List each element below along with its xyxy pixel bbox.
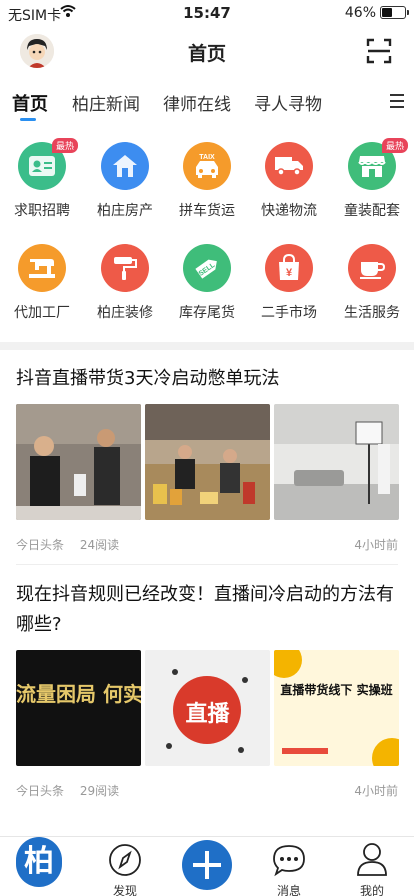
coffee-cup-icon [348, 244, 396, 292]
article-reads: 29阅读 [79, 784, 120, 798]
category-kids-clothing[interactable]: 最热 童装配套 [332, 138, 412, 220]
hot-badge: 最热 [51, 138, 78, 153]
category-label: 童装配套 [344, 203, 400, 219]
article-reads: 24阅读 [79, 538, 120, 552]
category-second-hand[interactable]: ¥ 二手市场 [249, 244, 329, 322]
tab-label: 消息 [276, 884, 301, 896]
category-oem-factory[interactable]: 代加工厂 [2, 244, 82, 322]
article-title: 现在抖音规则已经改变！直播间冷启动的方法有哪些? [16, 584, 394, 635]
category-grid: 最热 求职招聘 柏庄房产 TAIX 拼车货运 快递物流 最热 童装配套 代加工厂 [0, 134, 414, 334]
category-logistics[interactable]: 快递物流 [249, 142, 329, 220]
status-bar: 无SIM卡 15:47 46% [0, 0, 414, 26]
category-label: 库存尾货 [179, 305, 235, 321]
article-separator [16, 564, 398, 565]
category-label: 柏庄装修 [97, 305, 153, 321]
tab-home[interactable]: 首页 [12, 90, 48, 116]
tab-lost-and-found[interactable]: 寻人寻物 [254, 90, 322, 115]
yen-symbol: ¥ [286, 267, 293, 279]
compass-icon [109, 844, 141, 876]
menu-icon[interactable] [390, 94, 404, 108]
article-thumbnail [145, 404, 270, 520]
category-jobs[interactable]: 最热 求职招聘 [2, 138, 82, 220]
tab-active-indicator [20, 118, 36, 121]
article-thumbnail [16, 404, 141, 520]
shop-icon: 最热 [348, 138, 408, 190]
category-label: 求职招聘 [14, 203, 70, 219]
category-life-services[interactable]: 生活服务 [332, 244, 412, 322]
chat-icon [273, 845, 305, 877]
user-icon [357, 843, 387, 876]
article-source: 今日头条 [16, 784, 65, 798]
hot-badge: 最热 [381, 138, 408, 153]
sewing-machine-icon [18, 244, 66, 292]
brand-logo-icon: 柏 [16, 837, 62, 887]
article-card[interactable]: 现在抖音规则已经改变！直播间冷启动的方法有哪些? 流量困局 何实现增长破局 直播 [16, 580, 399, 798]
article-thumbnail: 流量困局 何实现增长破局 [16, 650, 141, 766]
article-meta: 今日头条 29阅读 4小时前 [16, 782, 398, 798]
category-decoration[interactable]: 柏庄装修 [85, 244, 165, 322]
article-thumbnail: 直播 [145, 650, 270, 766]
section-divider [0, 342, 414, 350]
category-real-estate[interactable]: 柏庄房产 [85, 142, 165, 220]
category-label: 快递物流 [261, 203, 317, 219]
tab-lawyer-online[interactable]: 律师在线 [163, 90, 231, 115]
bottom-tab-bar: 柏 发现 消息 我的 [0, 836, 414, 896]
truck-icon [265, 142, 313, 190]
house-icon [101, 142, 149, 190]
category-tabs: 首页 柏庄新闻 律师在线 寻人寻物 [0, 82, 414, 122]
battery-icon [380, 6, 409, 19]
tab-label: 发现 [112, 884, 137, 896]
article-meta: 今日头条 24阅读 4小时前 [16, 536, 398, 552]
tab-publish[interactable] [177, 837, 237, 896]
article-title: 抖音直播带货3天冷启动憋单玩法 [16, 368, 280, 389]
nav-bar: 首页 [0, 26, 414, 76]
plus-icon [182, 840, 232, 890]
tab-baizhuang-news[interactable]: 柏庄新闻 [72, 90, 140, 115]
scan-icon[interactable] [366, 38, 392, 64]
taxi-icon: TAIX [183, 142, 231, 190]
thumbnail-caption: 直播 [185, 702, 230, 727]
category-label: 代加工厂 [14, 305, 70, 321]
article-time: 4小时前 [354, 538, 398, 552]
category-label: 拼车货运 [179, 203, 235, 219]
thumbnail-caption: 直播带货线下 实操班 [280, 683, 393, 697]
category-label: 二手市场 [261, 305, 317, 321]
paint-roller-icon [101, 244, 149, 292]
article-source: 今日头条 [16, 538, 65, 552]
article-time: 4小时前 [354, 784, 398, 798]
tab-label: 我的 [359, 884, 384, 896]
category-surplus-stock[interactable]: SELL 库存尾货 [167, 244, 247, 322]
id-card-icon: 最热 [18, 138, 78, 190]
battery-percent: 46% [344, 5, 376, 21]
category-label: 生活服务 [344, 305, 400, 321]
page-title: 首页 [187, 43, 226, 65]
thumbnail-caption: 流量困局 何实现增长破局 [16, 682, 141, 706]
tab-discover[interactable]: 发现 [95, 837, 155, 896]
sell-tag-icon: SELL [183, 244, 231, 292]
category-label: 柏庄房产 [97, 203, 153, 219]
tab-home-logo[interactable]: 柏 [8, 837, 68, 896]
category-carpool[interactable]: TAIX 拼车货运 [167, 142, 247, 220]
article-thumbnail: 直播带货线下 实操班 [274, 650, 399, 766]
taxi-sign-text: TAIX [199, 154, 215, 161]
article-thumbnail [274, 404, 399, 520]
tab-profile[interactable]: 我的 [342, 837, 402, 896]
article-thumbnails: 流量困局 何实现增长破局 直播 直播带货线下 实操班 [16, 650, 399, 766]
shopping-bag-icon: ¥ [265, 244, 313, 292]
article-thumbnails [16, 404, 399, 520]
tab-messages[interactable]: 消息 [259, 837, 319, 896]
article-card[interactable]: 抖音直播带货3天冷启动憋单玩法 今日头条 24阅读 4小时前 [16, 364, 399, 552]
